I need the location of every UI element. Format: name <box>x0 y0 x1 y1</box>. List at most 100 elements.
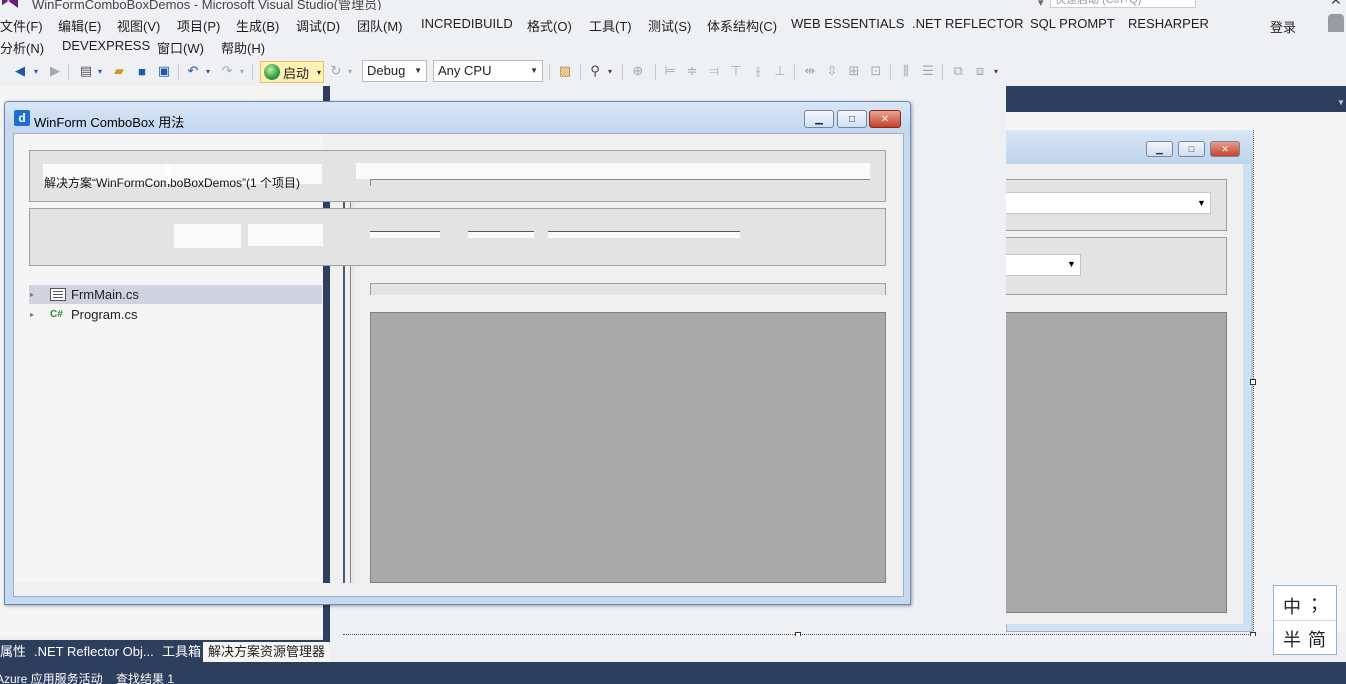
menu-help[interactable]: 帮助(H) <box>221 38 265 57</box>
app-icon: d <box>14 110 30 126</box>
menu-test[interactable]: 测试(S) <box>648 16 691 35</box>
align-lefts-icon[interactable]: ⊨ <box>662 63 678 79</box>
refresh-icon[interactable]: ↻ <box>328 63 344 79</box>
app-title: WinForm ComboBox 用法 <box>34 115 185 130</box>
new-project-icon[interactable]: ▤ <box>78 63 94 79</box>
tab-net-reflector[interactable]: .NET Reflector Obj... <box>34 642 154 662</box>
ime-simplified-toggle[interactable]: 简 <box>1308 626 1326 652</box>
menu-file[interactable]: 文件(F) <box>0 16 43 35</box>
undo-dropdown-icon[interactable]: ▾ <box>204 63 212 79</box>
sign-in-link[interactable]: 登录 <box>1270 17 1296 36</box>
designer-datagridview[interactable] <box>1006 312 1227 613</box>
menu-resharper[interactable]: RESHARPER <box>1128 16 1209 31</box>
menu-view[interactable]: 视图(V) <box>117 16 160 35</box>
tree-item-program[interactable]: ▸ C# Program.cs <box>29 305 322 324</box>
send-to-back-icon[interactable]: ⧈ <box>972 63 988 79</box>
navigate-back-icon[interactable]: ◀ <box>12 63 28 79</box>
app-maximize-button[interactable]: □ <box>837 110 867 128</box>
align-bottoms-icon[interactable]: ⊥ <box>772 63 788 79</box>
app-close-button[interactable]: ✕ <box>869 110 901 128</box>
expand-icon[interactable]: ▸ <box>30 310 36 318</box>
app-minimize-button[interactable]: ▁ <box>804 110 834 128</box>
menu-architecture[interactable]: 体系结构(C) <box>707 16 777 35</box>
menu-bar-row-1: 文件(F) 编辑(E) 视图(V) 项目(P) 生成(B) 调试(D) 团队(M… <box>0 13 1346 35</box>
menu-tools[interactable]: 工具(T) <box>589 16 632 35</box>
csharp-file-icon: C# <box>50 309 63 320</box>
combobox-2-bleed <box>370 231 440 238</box>
menu-net-reflector[interactable]: .NET REFLECTOR <box>912 16 1023 31</box>
ime-half-width-toggle[interactable]: 半 <box>1283 626 1301 652</box>
align-tops-icon[interactable]: ⊤ <box>728 63 744 79</box>
solution-header[interactable]: 解决方案“WinFormComboBoxDemos”(1 个项目) <box>44 174 300 191</box>
filter-icon[interactable]: ▾ <box>1038 0 1044 9</box>
align-to-grid-icon[interactable]: ⊕ <box>630 63 646 79</box>
menu-team[interactable]: 团队(M) <box>357 16 403 35</box>
start-debugging-button[interactable]: 启动 ▾ <box>260 61 324 83</box>
menu-sql-prompt[interactable]: SQL PROMPT <box>1030 16 1115 31</box>
make-same-height-icon[interactable]: ⇳ <box>824 63 840 79</box>
menu-window[interactable]: 窗口(W) <box>157 38 204 57</box>
menu-bar-row-2: 分析(N) DEVEXPRESS 窗口(W) 帮助(H) <box>0 35 1346 57</box>
new-dropdown-icon[interactable]: ▾ <box>96 63 104 79</box>
menu-project[interactable]: 项目(P) <box>177 16 220 35</box>
redo-icon[interactable]: ↷ <box>219 63 235 79</box>
designer-maximize-icon: □ <box>1178 141 1205 157</box>
open-file-icon[interactable]: ▰ <box>111 63 127 79</box>
toolbar-overflow-icon[interactable]: ▾ <box>992 63 1000 79</box>
menu-build[interactable]: 生成(B) <box>236 16 279 35</box>
resize-handle[interactable] <box>1250 379 1256 385</box>
data-grid-view[interactable] <box>370 312 886 583</box>
menu-format[interactable]: 格式(O) <box>527 16 572 35</box>
chevron-down-icon: ▼ <box>530 66 538 75</box>
status-azure-activity[interactable]: Azure 应用服务活动 <box>0 670 103 684</box>
configuration-value: Debug <box>367 63 406 78</box>
vertical-spacing-icon[interactable]: ☰ <box>920 63 936 79</box>
back-dropdown-icon[interactable]: ▾ <box>32 63 40 79</box>
quick-launch-input[interactable]: 快速启动 (Ctrl+Q) <box>1050 0 1196 8</box>
menu-incredibuild[interactable]: INCREDIBUILD <box>421 16 513 31</box>
menu-web-essentials[interactable]: WEB ESSENTIALS <box>791 16 904 31</box>
close-icon[interactable]: ✕ <box>1330 0 1342 9</box>
bring-to-front-icon[interactable]: ⧉ <box>950 63 966 79</box>
user-account-icon[interactable] <box>1328 14 1344 32</box>
refresh-dropdown-icon[interactable]: ▾ <box>346 63 354 79</box>
make-same-width-icon[interactable]: ⇹ <box>802 63 818 79</box>
window-title: WinFormComboBoxDemos - Microsoft Visual … <box>32 0 382 10</box>
designer-combobox-1[interactable] <box>1006 192 1211 214</box>
undo-icon[interactable]: ↶ <box>185 63 201 79</box>
tab-solution-explorer[interactable]: 解决方案资源管理器 <box>203 642 331 662</box>
find-icon[interactable]: ⚲ <box>587 63 603 79</box>
ime-chinese-toggle[interactable]: 中 <box>1283 593 1301 619</box>
expand-icon[interactable]: ▸ <box>30 290 36 298</box>
solution-platform-select[interactable]: Any CPU ▼ <box>433 60 543 82</box>
maximize-icon: □ <box>848 113 856 125</box>
toolbar-separator <box>178 64 179 80</box>
make-same-size-icon[interactable]: ⊡ <box>868 63 884 79</box>
align-middles-icon[interactable]: ⫲ <box>750 63 766 79</box>
tab-toolbox[interactable]: 工具箱 <box>162 642 201 662</box>
menu-edit[interactable]: 编辑(E) <box>58 16 101 35</box>
horizontal-spacing-icon[interactable]: ⫼ <box>898 63 914 79</box>
combobox-1[interactable] <box>370 179 870 186</box>
redo-dropdown-icon[interactable]: ▾ <box>238 63 246 79</box>
find-dropdown-icon[interactable]: ▾ <box>606 63 614 79</box>
document-list-dropdown-icon[interactable]: ▼ <box>1337 98 1345 107</box>
status-find-results[interactable]: 查找结果 1 <box>116 670 174 684</box>
standard-toolbar: ◀ ▾ ▶ ▤ ▾ ▰ ■ ▣ ↶ ▾ ↷ ▾ 启动 ▾ ↻ ▾ Debug ▼… <box>0 58 1006 86</box>
find-in-files-icon[interactable]: ▨ <box>557 63 573 79</box>
solution-configuration-select[interactable]: Debug ▼ <box>362 60 427 82</box>
tree-item-frmmain[interactable]: ▸ FrmMain.cs <box>29 285 322 304</box>
save-icon[interactable]: ■ <box>134 63 150 79</box>
navigate-forward-icon[interactable]: ▶ <box>47 63 63 79</box>
tab-properties[interactable]: 属性 <box>0 642 26 662</box>
status-bar: Azure 应用服务活动 查找结果 1 <box>0 662 1346 684</box>
start-dropdown-icon[interactable]: ▾ <box>317 68 323 77</box>
align-centers-icon[interactable]: ≑ <box>684 63 700 79</box>
align-rights-icon[interactable]: ⫤ <box>706 63 722 79</box>
ime-punctuation-toggle[interactable]: ； <box>1310 590 1328 616</box>
menu-devexpress[interactable]: DEVEXPRESS <box>62 38 150 53</box>
menu-debug[interactable]: 调试(D) <box>296 16 340 35</box>
save-all-icon[interactable]: ▣ <box>156 63 172 79</box>
size-to-grid-icon[interactable]: ⊞ <box>846 63 862 79</box>
menu-analyze[interactable]: 分析(N) <box>0 38 44 57</box>
